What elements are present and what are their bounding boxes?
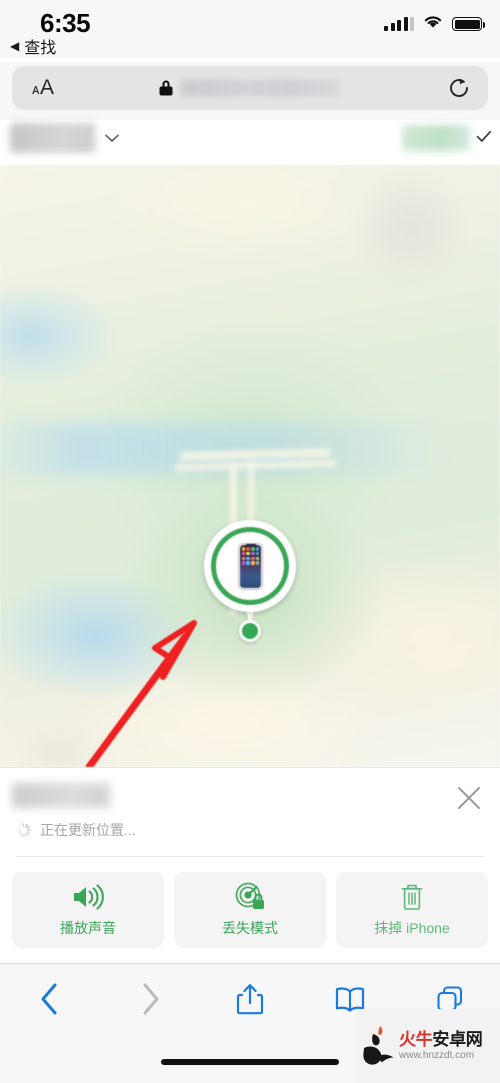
- erase-iphone-button[interactable]: 抹掉 iPhone: [336, 872, 488, 948]
- trash-icon: [399, 882, 425, 912]
- lost-mode-button[interactable]: 丢失模式: [174, 872, 326, 948]
- watermark-logo-icon: [360, 1022, 398, 1070]
- lock-icon: [159, 80, 173, 96]
- back-to-findmy-link[interactable]: ◀ 查找: [10, 34, 56, 58]
- address-bar[interactable]: ᴀA: [12, 66, 488, 110]
- radar-lock-icon: [234, 882, 266, 912]
- watermark-main-black: 安卓网: [432, 1029, 483, 1049]
- wifi-icon: [423, 14, 443, 34]
- device-detail-sheet: 正在更新位置... 播放声音 丢失模式 抹掉 iPhone: [0, 767, 500, 963]
- iphone-icon: [238, 543, 263, 590]
- home-indicator: [161, 1059, 339, 1065]
- device-status-chip[interactable]: [402, 125, 492, 151]
- signal-bars-icon: [384, 17, 414, 31]
- site-watermark: 火牛安卓网 www.hnzzdt.com: [356, 1009, 500, 1083]
- text-size-label: ᴀA: [32, 76, 55, 99]
- chevron-down-icon: [105, 130, 119, 146]
- play-sound-label: 播放声音: [60, 920, 116, 936]
- location-status-row: 正在更新位置...: [16, 820, 136, 840]
- safari-share-button[interactable]: [200, 972, 300, 1030]
- pin-bubble: [204, 520, 296, 612]
- back-caret-icon: ◀: [10, 39, 20, 53]
- erase-iphone-label: 抹掉 iPhone: [374, 920, 450, 936]
- chevron-right-icon: [138, 982, 162, 1021]
- watermark-main-red: 火牛: [399, 1029, 433, 1049]
- text-size-button[interactable]: ᴀA: [32, 76, 54, 100]
- spinner-icon: [16, 822, 31, 838]
- safari-urlbar-container: ᴀA: [0, 62, 500, 120]
- device-status-value: [402, 125, 470, 151]
- check-icon: [476, 130, 492, 147]
- url-text: [180, 79, 341, 97]
- play-sound-button[interactable]: 播放声音: [12, 872, 164, 948]
- chevron-left-icon: [38, 982, 62, 1021]
- red-arrow-annotation: [85, 605, 245, 767]
- device-actions: 播放声音 丢失模式 抹掉 iPhone: [12, 872, 488, 948]
- sheet-divider: [16, 856, 484, 857]
- battery-full-icon: [452, 17, 485, 31]
- watermark-text: 火牛安卓网 www.hnzzdt.com: [399, 1029, 483, 1061]
- safari-back-button[interactable]: [0, 972, 100, 1030]
- watermark-sub: www.hnzzdt.com: [399, 1049, 475, 1061]
- close-icon[interactable]: [456, 785, 482, 811]
- lost-mode-label: 丢失模式: [222, 920, 278, 936]
- phone-screen: 6:35 ◀ 查找 ᴀA 正在更新位置... 播放声音 丢失模式 抹掉 iPho…: [0, 0, 500, 1083]
- url-display[interactable]: [159, 79, 341, 97]
- safari-forward-button[interactable]: [100, 972, 200, 1030]
- device-selector[interactable]: [10, 123, 119, 153]
- location-status-text: 正在更新位置...: [40, 822, 136, 838]
- findmy-page-header: [0, 120, 500, 165]
- reload-icon[interactable]: [448, 77, 470, 99]
- status-indicators: [384, 14, 485, 34]
- back-link-label: 查找: [24, 40, 57, 57]
- safari-bottom-toolbar: 火牛安卓网 www.hnzzdt.com: [0, 963, 500, 1083]
- status-bar: 6:35: [0, 0, 500, 58]
- map-canvas[interactable]: [0, 165, 500, 767]
- speaker-waves-icon: [70, 882, 106, 912]
- sheet-device-name: [12, 783, 110, 808]
- share-icon: [236, 982, 264, 1021]
- device-selector-value: [10, 123, 95, 153]
